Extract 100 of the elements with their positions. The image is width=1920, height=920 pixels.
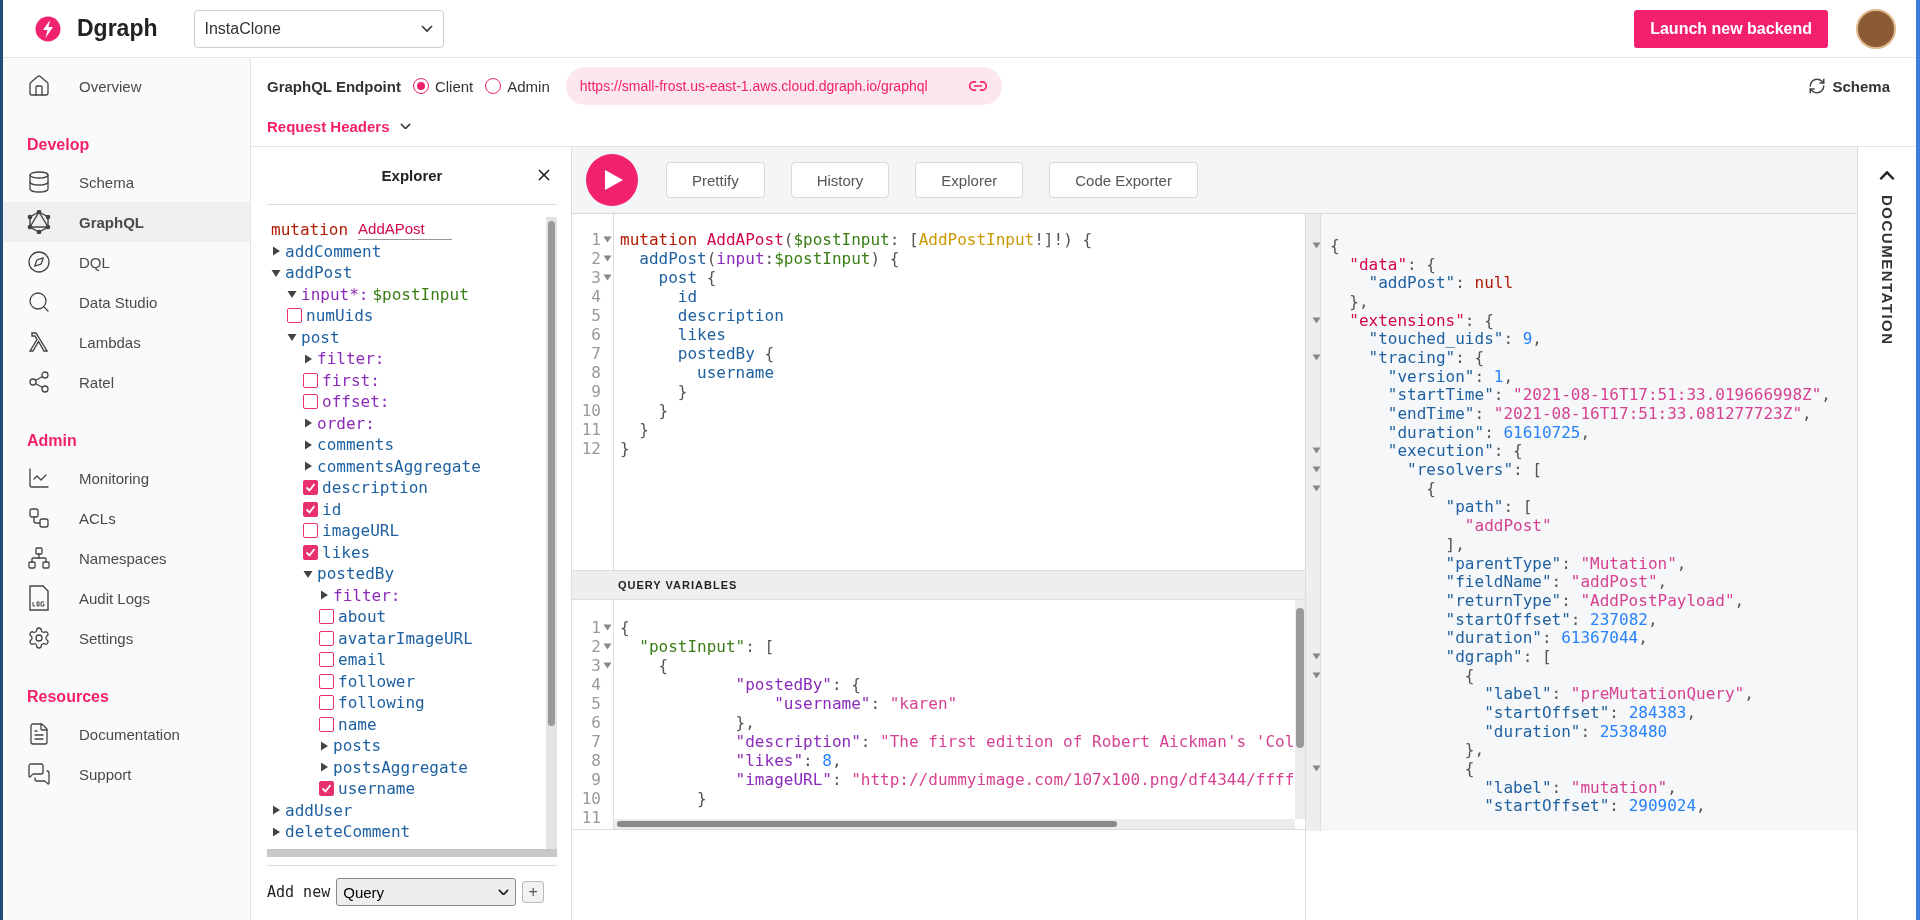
- run-button[interactable]: [586, 154, 638, 206]
- checkbox[interactable]: [303, 544, 318, 560]
- nav-item[interactable]: Lambdas: [3, 322, 250, 362]
- request-headers-toggle[interactable]: Request Headers: [267, 117, 411, 135]
- fold-icon[interactable]: [1311, 316, 1321, 324]
- nav-item[interactable]: Namespaces: [3, 538, 250, 578]
- argument-name[interactable]: first:: [322, 370, 380, 390]
- field-name[interactable]: imageURL: [322, 521, 400, 541]
- field-name[interactable]: likes: [322, 542, 371, 562]
- field-name[interactable]: postedBy: [317, 564, 395, 584]
- variables-title[interactable]: QUERY VARIABLES: [618, 579, 738, 591]
- fold-icon[interactable]: [603, 643, 612, 650]
- argument-name[interactable]: filter:: [317, 349, 385, 369]
- caret-icon[interactable]: [319, 762, 329, 773]
- field-name[interactable]: comments: [317, 435, 395, 455]
- field-name[interactable]: addUser: [285, 800, 353, 820]
- field-name[interactable]: addPost: [285, 263, 353, 283]
- fold-icon[interactable]: [1311, 466, 1321, 474]
- nav-item[interactable]: Data Studio: [3, 282, 250, 322]
- field-name[interactable]: numUids: [306, 306, 374, 326]
- field-name[interactable]: description: [322, 478, 428, 498]
- nav-item[interactable]: Audit Logs: [3, 578, 250, 618]
- checkbox[interactable]: [319, 609, 334, 625]
- checkbox[interactable]: [319, 716, 334, 732]
- field-name[interactable]: username: [338, 779, 416, 799]
- checkbox[interactable]: [303, 523, 318, 539]
- endpoint-url-field[interactable]: https://small-frost.us-east-1.aws.cloud.dgraph.io/graphql: [565, 67, 1002, 105]
- fold-icon[interactable]: [1311, 241, 1321, 249]
- checkbox[interactable]: [303, 501, 318, 517]
- nav-item[interactable]: DQL: [3, 242, 250, 282]
- fold-icon[interactable]: [1311, 765, 1321, 773]
- toolbar-button[interactable]: Code Exporter: [1049, 162, 1198, 198]
- fold-icon[interactable]: [1311, 447, 1321, 455]
- nav-item[interactable]: Monitoring: [3, 458, 250, 498]
- fold-icon[interactable]: [1311, 652, 1321, 660]
- fold-icon[interactable]: [603, 255, 612, 262]
- fold-icon[interactable]: [603, 236, 612, 243]
- checkbox[interactable]: [319, 781, 334, 797]
- variables-editor[interactable]: [572, 600, 1305, 830]
- field-name[interactable]: id: [322, 499, 342, 519]
- checkbox[interactable]: [303, 372, 318, 388]
- scrollbar-thumb[interactable]: [548, 221, 555, 726]
- checkbox[interactable]: [303, 480, 318, 496]
- radio-label[interactable]: Client: [434, 77, 474, 95]
- collapse-button[interactable]: [1879, 171, 1895, 181]
- nav-item[interactable]: Schema: [3, 162, 250, 202]
- scrollbar-thumb[interactable]: [1296, 608, 1304, 748]
- fold-icon[interactable]: [1311, 484, 1321, 492]
- nav-item[interactable]: Overview: [3, 66, 250, 106]
- caret-icon[interactable]: [271, 246, 281, 257]
- documentation-tab[interactable]: DOCUMENTATION: [1878, 194, 1896, 346]
- scrollbar-thumb[interactable]: [617, 821, 1117, 827]
- caret-icon[interactable]: [319, 740, 329, 751]
- field-name[interactable]: post: [301, 327, 340, 347]
- field-name[interactable]: posts: [333, 736, 382, 756]
- caret-icon[interactable]: [303, 439, 313, 450]
- launch-backend-button[interactable]: Launch new backend: [1634, 9, 1828, 48]
- toolbar-button[interactable]: History: [790, 162, 890, 198]
- caret-icon[interactable]: [271, 267, 281, 278]
- checkbox[interactable]: [287, 308, 302, 324]
- fold-icon[interactable]: [1311, 671, 1321, 679]
- fold-icon[interactable]: [1311, 353, 1321, 361]
- checkbox[interactable]: [319, 673, 334, 689]
- add-button[interactable]: +: [522, 881, 545, 903]
- checkbox[interactable]: [319, 630, 334, 646]
- field-name[interactable]: commentsAggregate: [317, 456, 481, 476]
- fold-icon[interactable]: [603, 274, 612, 281]
- caret-icon[interactable]: [303, 568, 313, 579]
- schema-button[interactable]: Schema: [1802, 76, 1896, 96]
- toolbar-button[interactable]: Prettify: [666, 162, 765, 198]
- caret-icon[interactable]: [271, 826, 281, 837]
- caret-icon[interactable]: [303, 461, 313, 472]
- field-name[interactable]: avatarImageURL: [338, 628, 473, 648]
- caret-icon[interactable]: [287, 289, 297, 300]
- nav-item[interactable]: GraphQL: [3, 202, 250, 242]
- nav-item[interactable]: Support: [3, 754, 250, 794]
- fold-icon[interactable]: [603, 624, 612, 631]
- nav-item[interactable]: ACLs: [3, 498, 250, 538]
- checkbox[interactable]: [319, 652, 334, 668]
- field-name[interactable]: name: [338, 714, 377, 734]
- field-name[interactable]: about: [338, 607, 387, 627]
- nav-item[interactable]: Settings: [3, 618, 250, 658]
- argument-name[interactable]: filter:: [333, 585, 401, 605]
- fold-icon[interactable]: [603, 662, 612, 669]
- argument-name[interactable]: offset:: [322, 392, 390, 412]
- field-name[interactable]: addComment: [285, 241, 382, 261]
- checkbox[interactable]: [319, 695, 334, 711]
- toolbar-button[interactable]: Explorer: [915, 162, 1024, 198]
- argument-name[interactable]: input*:: [301, 284, 369, 304]
- operation-type-select[interactable]: Query: [336, 878, 517, 906]
- caret-icon[interactable]: [271, 805, 281, 816]
- checkbox[interactable]: [303, 394, 318, 410]
- field-name[interactable]: postsAggregate: [333, 757, 468, 777]
- field-name[interactable]: deleteComment: [285, 822, 411, 842]
- query-editor[interactable]: 1 mutation AddAPost($postInput: [AddPostInput!]!) { 2 addPost(input:$postInput) { 3 post { 4 id 5 description 6 likes 7 postedBy { 8 username 9 } 10 } 11 } 12 }: [572, 214, 1305, 571]
- argument-name[interactable]: order:: [317, 413, 375, 433]
- nav-item[interactable]: Documentation: [3, 714, 250, 754]
- radio-label[interactable]: Admin: [507, 77, 550, 95]
- caret-icon[interactable]: [319, 590, 329, 601]
- caret-icon[interactable]: [303, 418, 313, 429]
